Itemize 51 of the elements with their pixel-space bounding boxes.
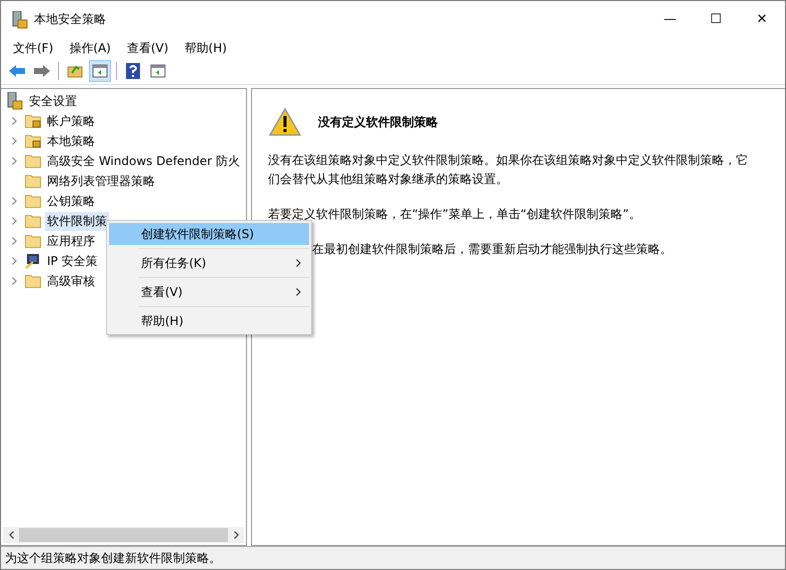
server-lock-icon	[7, 92, 23, 110]
content-heading: 没有定义软件限制策略	[318, 114, 438, 130]
menu-item[interactable]: 查看(V)	[120, 40, 174, 56]
folder-icon	[25, 174, 41, 188]
window-control-button[interactable]: ☐	[693, 4, 739, 34]
server-lock-icon	[12, 10, 28, 28]
warning-icon	[268, 107, 302, 137]
expand-chevron-icon[interactable]	[12, 217, 16, 225]
tree-item[interactable]: 高级审核	[45, 272, 97, 290]
expand-chevron-icon[interactable]	[12, 257, 16, 265]
status-bar: 为这个组策略对象创建新软件限制策略。	[1, 546, 785, 569]
locked-folder-icon	[25, 114, 41, 128]
context-menu-item[interactable]: 帮助(H)	[109, 310, 309, 332]
folder-icon	[25, 154, 41, 168]
scroll-left-icon[interactable]	[8, 531, 14, 539]
content-paragraph: 若要定义软件限制策略，在“操作”菜单上，单击“创建软件限制策略”。	[268, 206, 642, 223]
expand-chevron-icon[interactable]	[12, 157, 16, 165]
context-menu-item[interactable]: 所有任务(K)	[109, 252, 309, 274]
tree-item[interactable]: 帐户策略	[45, 112, 97, 130]
context-menu-item[interactable]: 创建软件限制策略(S)	[109, 223, 309, 245]
menu-item[interactable]: 帮助(H)	[178, 40, 233, 56]
expand-chevron-icon[interactable]	[12, 117, 16, 125]
context-menu-item[interactable]: 查看(V)	[109, 281, 309, 303]
expand-chevron-icon[interactable]	[12, 197, 16, 205]
pane-toggle-icon[interactable]	[89, 60, 111, 82]
expand-chevron-icon[interactable]	[12, 277, 16, 285]
expand-chevron-icon[interactable]	[12, 137, 16, 145]
tree-item[interactable]: 网络列表管理器策略	[45, 172, 157, 190]
folder-icon	[25, 234, 41, 248]
window-control-button[interactable]: —	[647, 4, 693, 34]
locked-folder-icon	[25, 134, 41, 148]
computer-key-icon	[25, 253, 41, 269]
tree-item[interactable]: IP 安全策	[45, 252, 100, 270]
window-control-button[interactable]: ✕	[739, 4, 785, 34]
tree-item[interactable]: 应用程序	[45, 232, 97, 250]
menu-item[interactable]: 文件(F)	[7, 40, 60, 56]
tree-item[interactable]: 软件限制策	[45, 212, 109, 230]
horizontal-scrollbar[interactable]	[3, 527, 244, 543]
folder-icon	[25, 214, 41, 228]
menu-item[interactable]: 操作(A)	[63, 40, 117, 56]
tree-item[interactable]: 本地策略	[45, 132, 97, 150]
content-paragraph: 在最初创建软件限制策略后，需要重新启动才能强制执行这些策略。	[311, 241, 673, 258]
expand-chevron-icon[interactable]	[12, 237, 16, 245]
window-title: 本地安全策略	[34, 11, 106, 28]
content-paragraph: 没有在该组策略对象中定义软件限制策略。如果你在该组策略对象中定义软件限制策略，它们会替代从其他组策略对象继承的策略设置。	[268, 152, 749, 188]
tree-item[interactable]: 安全设置	[27, 92, 79, 110]
folder-icon	[25, 194, 41, 208]
folder-icon	[25, 274, 41, 288]
scroll-right-icon[interactable]	[234, 531, 238, 539]
tree-item[interactable]: 高级安全 Windows Defender 防火	[45, 152, 242, 170]
tree-item[interactable]: 公钥策略	[45, 192, 97, 210]
